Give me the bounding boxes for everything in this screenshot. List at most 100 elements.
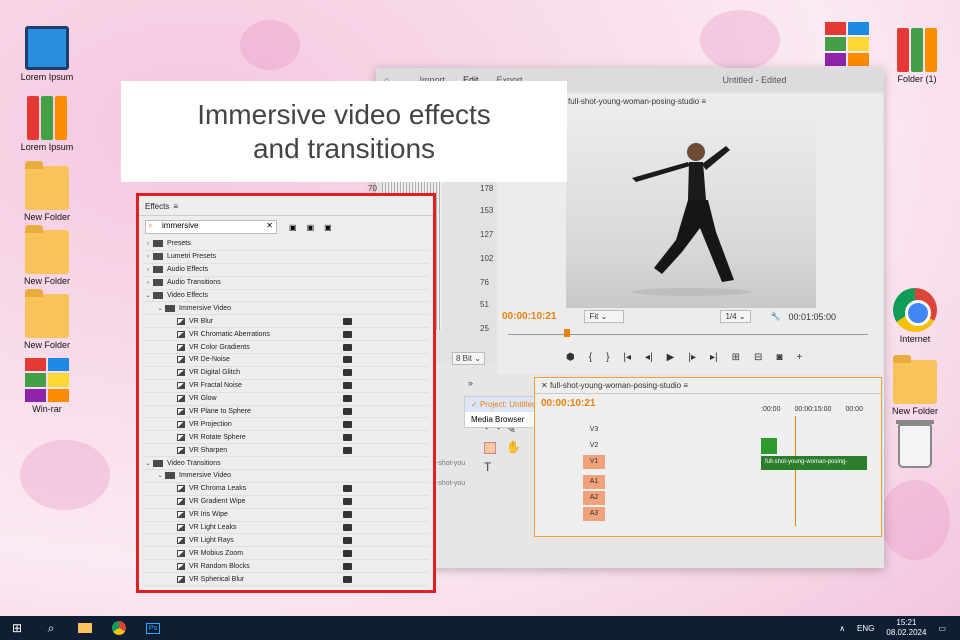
timeline-clip-v1[interactable]: full-shot-young-woman-posing- bbox=[761, 456, 867, 470]
transition-item[interactable]: VR Random Blocks bbox=[143, 560, 429, 574]
chevron-right-icon[interactable]: › bbox=[143, 280, 153, 286]
desktop-icon-recycle-bin[interactable] bbox=[880, 420, 950, 470]
effect-item[interactable]: VR Fractal Noise bbox=[143, 380, 429, 393]
mark-out-icon[interactable]: } bbox=[606, 352, 609, 363]
accelerated-filter-icon[interactable]: ▣ bbox=[289, 223, 297, 232]
effect-item[interactable]: VR Blur bbox=[143, 315, 429, 329]
effects-folder-row[interactable]: › Audio Transitions bbox=[143, 277, 429, 290]
project-item[interactable]: -shot-you bbox=[436, 454, 465, 474]
marker-icon[interactable]: ⬢ bbox=[566, 352, 575, 363]
effects-search-input[interactable]: ⌕ immersive ✕ bbox=[145, 220, 277, 234]
chevron-down-icon[interactable]: ⌄ bbox=[143, 460, 153, 467]
transition-item[interactable]: VR Spherical Blur bbox=[143, 573, 429, 587]
effects-folder-row[interactable]: ⌄ Video Effects bbox=[143, 290, 429, 303]
go-to-in-icon[interactable]: |◂ bbox=[623, 352, 631, 363]
file-explorer-icon[interactable] bbox=[68, 616, 102, 640]
playhead-marker[interactable] bbox=[564, 329, 570, 337]
go-to-out-icon[interactable]: ▸| bbox=[710, 352, 718, 363]
effects-folder-row[interactable]: ⌄ Video Transitions bbox=[143, 457, 429, 471]
transition-item[interactable]: VR Mobius Zoom bbox=[143, 547, 429, 561]
language-indicator[interactable]: ENG bbox=[857, 624, 874, 633]
effects-panel-title[interactable]: Effects bbox=[145, 202, 169, 211]
desktop-icon-folder-1[interactable]: Folder (1) bbox=[882, 28, 952, 84]
chevron-right-icon[interactable]: › bbox=[143, 254, 153, 260]
step-forward-icon[interactable]: |▸ bbox=[688, 352, 696, 363]
32bit-filter-icon[interactable]: ▣ bbox=[307, 223, 315, 232]
effect-item[interactable]: VR Rotate Sphere bbox=[143, 431, 429, 445]
transition-item[interactable]: VR Chroma Leaks bbox=[143, 483, 429, 496]
chevron-right-icon[interactable]: › bbox=[143, 267, 153, 273]
effect-item[interactable]: VR Plane to Sphere bbox=[143, 406, 429, 419]
photoshop-icon[interactable]: Ps bbox=[136, 616, 170, 640]
desktop-icon-winrar[interactable]: Win-rar bbox=[12, 358, 82, 414]
search-icon[interactable]: ⌕ bbox=[34, 616, 68, 640]
effect-item[interactable]: VR Chromatic Aberrations bbox=[143, 328, 429, 342]
add-button-icon[interactable]: + bbox=[796, 352, 802, 363]
desktop-icon-binders[interactable]: Lorem Ipsum bbox=[12, 96, 82, 152]
effects-folder-row[interactable]: › Lumetri Presets bbox=[143, 251, 429, 264]
chevron-right-icon[interactable]: › bbox=[143, 241, 153, 247]
timeline-timecode[interactable]: 00:00:10:21 bbox=[541, 398, 595, 409]
effect-item[interactable]: VR Color Gradients bbox=[143, 341, 429, 355]
camera-icon[interactable]: ◙ bbox=[776, 352, 782, 363]
track-a3[interactable]: A3 bbox=[535, 506, 865, 522]
effects-folder-row[interactable]: ⌄ Immersive Video bbox=[143, 470, 429, 483]
zoom-fit-select[interactable]: Fit ⌄ bbox=[584, 310, 625, 323]
effects-folder-row[interactable]: ⌄ Immersive Video bbox=[143, 302, 429, 316]
effect-item[interactable]: VR De-Noise bbox=[143, 354, 429, 367]
mark-in-icon[interactable]: { bbox=[589, 352, 592, 363]
clock[interactable]: 15:21 08.02.2024 bbox=[886, 618, 926, 638]
chevron-down-icon[interactable]: ⌄ bbox=[155, 305, 165, 312]
project-item[interactable]: -shot-you bbox=[436, 474, 465, 494]
playhead-timecode[interactable]: 00:00:10:21 bbox=[502, 311, 556, 322]
yuv-filter-icon[interactable]: ▣ bbox=[324, 223, 332, 232]
track-v2[interactable]: V2 bbox=[535, 438, 865, 454]
tray-expand-icon[interactable]: ∧ bbox=[839, 624, 845, 633]
wrench-icon[interactable]: 🔧 bbox=[771, 312, 781, 321]
effects-folder-row[interactable]: › Audio Effects bbox=[143, 264, 429, 277]
overwrite-icon[interactable]: ⊟ bbox=[754, 352, 762, 363]
desktop-icon-folder[interactable]: New Folder bbox=[12, 161, 82, 222]
transition-item[interactable]: VR Light Rays bbox=[143, 534, 429, 548]
menu-item-media-browser[interactable]: Media Browser bbox=[465, 412, 543, 427]
desktop-icon-folder[interactable]: New Folder bbox=[12, 225, 82, 286]
menu-item-project[interactable]: ✓ Project: Untitled bbox=[465, 397, 543, 412]
track-a2[interactable]: A2 bbox=[535, 490, 865, 506]
panel-menu-icon[interactable]: ≡ bbox=[173, 202, 178, 211]
desktop-icon-internet[interactable]: Internet bbox=[880, 288, 950, 344]
transition-item[interactable]: VR Light Leaks bbox=[143, 522, 429, 535]
step-back-icon[interactable]: ◂| bbox=[645, 352, 653, 363]
play-icon[interactable]: ▶ bbox=[667, 352, 675, 363]
notification-icon[interactable]: ▭ bbox=[938, 624, 946, 633]
resolution-select[interactable]: 1/4 ⌄ bbox=[720, 310, 751, 323]
track-a1[interactable]: A1 bbox=[535, 474, 865, 490]
effect-item[interactable]: VR Digital Glitch bbox=[143, 367, 429, 380]
effects-folder-row[interactable]: › Presets bbox=[143, 238, 429, 251]
type-icon[interactable]: T bbox=[484, 460, 524, 474]
track-v3[interactable]: V3 bbox=[535, 422, 865, 438]
monitor-scrubber[interactable] bbox=[508, 334, 868, 335]
desktop-icon-folder[interactable]: New Folder bbox=[12, 289, 82, 350]
clear-search-icon[interactable]: ✕ bbox=[266, 221, 273, 230]
chevron-down-icon[interactable]: ⌄ bbox=[143, 292, 153, 299]
insert-icon[interactable]: ⊞ bbox=[732, 352, 740, 363]
timeline-clip-v2[interactable] bbox=[761, 438, 777, 454]
desktop-icon-winrar[interactable] bbox=[812, 22, 882, 68]
desktop-icon-computer[interactable]: Lorem Ipsum bbox=[12, 26, 82, 82]
effect-item[interactable]: VR Glow bbox=[143, 393, 429, 406]
hand-icon[interactable]: ✋ bbox=[506, 440, 521, 454]
transition-item[interactable]: VR Gradient Wipe bbox=[143, 496, 429, 509]
desktop-icon-folder[interactable]: New Folder bbox=[880, 355, 950, 416]
chrome-icon[interactable] bbox=[102, 616, 136, 640]
effect-item[interactable]: VR Projection bbox=[143, 418, 429, 432]
scope-value: 70 bbox=[368, 184, 377, 193]
tools-overflow-icon[interactable]: » bbox=[468, 378, 524, 388]
bit-depth-select[interactable]: 8 Bit ⌄ bbox=[452, 352, 485, 365]
rectangle-icon[interactable] bbox=[484, 442, 496, 454]
transition-item[interactable]: VR Iris Wipe bbox=[143, 509, 429, 522]
chevron-down-icon[interactable]: ⌄ bbox=[155, 472, 165, 479]
gpu-accelerated-icon bbox=[343, 575, 352, 583]
windows-start-icon[interactable]: ⊞ bbox=[0, 616, 34, 640]
timeline-ruler[interactable]: :00:00 00:00:15:00 00:00 bbox=[761, 406, 863, 413]
effect-item[interactable]: VR Sharpen bbox=[143, 444, 429, 458]
